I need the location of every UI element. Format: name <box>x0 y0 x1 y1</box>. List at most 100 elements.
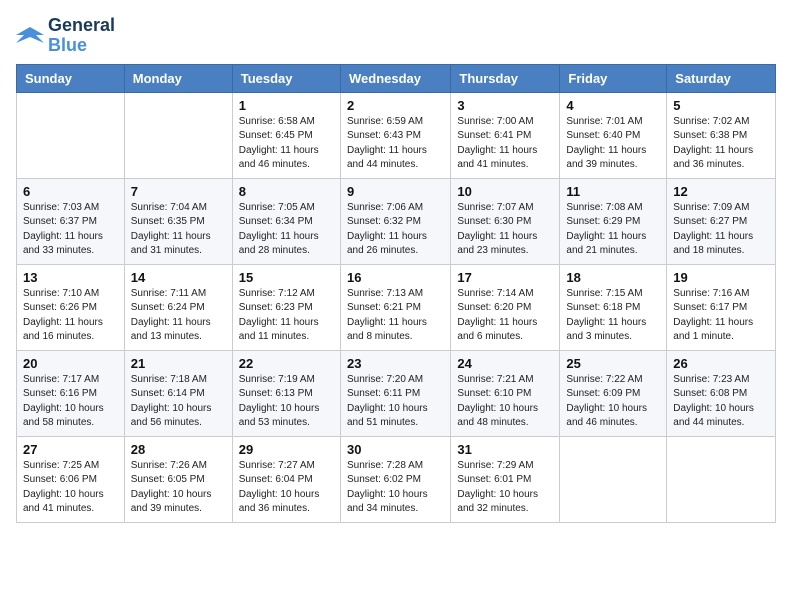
day-info: Sunrise: 7:26 AM Sunset: 6:05 PM Dayligh… <box>131 459 226 517</box>
day-number: 23 <box>347 356 444 371</box>
day-info: Sunrise: 6:59 AM Sunset: 6:43 PM Dayligh… <box>347 115 444 173</box>
day-info: Sunrise: 7:29 AM Sunset: 6:01 PM Dayligh… <box>457 459 553 517</box>
day-number: 20 <box>23 356 118 371</box>
day-number: 31 <box>457 442 553 457</box>
day-info: Sunrise: 7:08 AM Sunset: 6:29 PM Dayligh… <box>566 201 660 259</box>
calendar-cell: 8 Sunrise: 7:05 AM Sunset: 6:34 PM Daylig… <box>232 178 340 264</box>
day-info: Sunrise: 7:02 AM Sunset: 6:38 PM Dayligh… <box>673 115 769 173</box>
calendar-week-4: 20 Sunrise: 7:17 AM Sunset: 6:16 PM Dayli… <box>17 350 776 436</box>
weekday-header-monday: Monday <box>124 64 232 92</box>
calendar-cell: 9 Sunrise: 7:06 AM Sunset: 6:32 PM Daylig… <box>340 178 450 264</box>
calendar-cell <box>17 92 125 178</box>
day-number: 24 <box>457 356 553 371</box>
day-number: 5 <box>673 98 769 113</box>
weekday-header-tuesday: Tuesday <box>232 64 340 92</box>
day-info: Sunrise: 7:13 AM Sunset: 6:21 PM Dayligh… <box>347 287 444 345</box>
day-number: 9 <box>347 184 444 199</box>
calendar-cell: 1 Sunrise: 6:58 AM Sunset: 6:45 PM Daylig… <box>232 92 340 178</box>
day-number: 26 <box>673 356 769 371</box>
weekday-header-sunday: Sunday <box>17 64 125 92</box>
day-info: Sunrise: 7:27 AM Sunset: 6:04 PM Dayligh… <box>239 459 334 517</box>
calendar-cell: 3 Sunrise: 7:00 AM Sunset: 6:41 PM Daylig… <box>451 92 560 178</box>
day-info: Sunrise: 7:15 AM Sunset: 6:18 PM Dayligh… <box>566 287 660 345</box>
day-info: Sunrise: 7:04 AM Sunset: 6:35 PM Dayligh… <box>131 201 226 259</box>
calendar-cell: 6 Sunrise: 7:03 AM Sunset: 6:37 PM Daylig… <box>17 178 125 264</box>
day-info: Sunrise: 7:00 AM Sunset: 6:41 PM Dayligh… <box>457 115 553 173</box>
day-number: 1 <box>239 98 334 113</box>
day-number: 8 <box>239 184 334 199</box>
weekday-header-saturday: Saturday <box>667 64 776 92</box>
day-info: Sunrise: 7:20 AM Sunset: 6:11 PM Dayligh… <box>347 373 444 431</box>
logo-text: General Blue <box>48 16 115 56</box>
calendar-cell: 5 Sunrise: 7:02 AM Sunset: 6:38 PM Daylig… <box>667 92 776 178</box>
calendar-cell <box>667 436 776 522</box>
day-info: Sunrise: 7:03 AM Sunset: 6:37 PM Dayligh… <box>23 201 118 259</box>
day-number: 28 <box>131 442 226 457</box>
day-info: Sunrise: 7:14 AM Sunset: 6:20 PM Dayligh… <box>457 287 553 345</box>
day-info: Sunrise: 7:17 AM Sunset: 6:16 PM Dayligh… <box>23 373 118 431</box>
day-number: 25 <box>566 356 660 371</box>
day-info: Sunrise: 7:10 AM Sunset: 6:26 PM Dayligh… <box>23 287 118 345</box>
day-info: Sunrise: 7:12 AM Sunset: 6:23 PM Dayligh… <box>239 287 334 345</box>
calendar-week-5: 27Sunrise: 7:25 AM Sunset: 6:06 PM Dayli… <box>17 436 776 522</box>
calendar-cell: 23 Sunrise: 7:20 AM Sunset: 6:11 PM Dayli… <box>340 350 450 436</box>
day-number: 7 <box>131 184 226 199</box>
day-info: Sunrise: 7:07 AM Sunset: 6:30 PM Dayligh… <box>457 201 553 259</box>
day-number: 19 <box>673 270 769 285</box>
day-number: 12 <box>673 184 769 199</box>
calendar-table: SundayMondayTuesdayWednesdayThursdayFrid… <box>16 64 776 523</box>
weekday-header-row: SundayMondayTuesdayWednesdayThursdayFrid… <box>17 64 776 92</box>
day-number: 11 <box>566 184 660 199</box>
calendar-cell: 19 Sunrise: 7:16 AM Sunset: 6:17 PM Dayli… <box>667 264 776 350</box>
day-info: Sunrise: 7:18 AM Sunset: 6:14 PM Dayligh… <box>131 373 226 431</box>
day-number: 4 <box>566 98 660 113</box>
day-number: 15 <box>239 270 334 285</box>
day-info: Sunrise: 6:58 AM Sunset: 6:45 PM Dayligh… <box>239 115 334 173</box>
day-info: Sunrise: 7:06 AM Sunset: 6:32 PM Dayligh… <box>347 201 444 259</box>
calendar-cell: 16 Sunrise: 7:13 AM Sunset: 6:21 PM Dayli… <box>340 264 450 350</box>
day-info: Sunrise: 7:21 AM Sunset: 6:10 PM Dayligh… <box>457 373 553 431</box>
calendar-cell: 26Sunrise: 7:23 AM Sunset: 6:08 PM Dayli… <box>667 350 776 436</box>
calendar-cell: 17 Sunrise: 7:14 AM Sunset: 6:20 PM Dayli… <box>451 264 560 350</box>
calendar-body: 1 Sunrise: 6:58 AM Sunset: 6:45 PM Daylig… <box>17 92 776 522</box>
calendar-week-2: 6 Sunrise: 7:03 AM Sunset: 6:37 PM Daylig… <box>17 178 776 264</box>
calendar-cell <box>560 436 667 522</box>
calendar-cell: 14Sunrise: 7:11 AM Sunset: 6:24 PM Dayli… <box>124 264 232 350</box>
day-info: Sunrise: 7:28 AM Sunset: 6:02 PM Dayligh… <box>347 459 444 517</box>
calendar-cell: 25 Sunrise: 7:22 AM Sunset: 6:09 PM Dayli… <box>560 350 667 436</box>
weekday-header-friday: Friday <box>560 64 667 92</box>
calendar-cell: 7 Sunrise: 7:04 AM Sunset: 6:35 PM Daylig… <box>124 178 232 264</box>
day-info: Sunrise: 7:22 AM Sunset: 6:09 PM Dayligh… <box>566 373 660 431</box>
day-number: 27 <box>23 442 118 457</box>
day-number: 17 <box>457 270 553 285</box>
calendar-cell: 28 Sunrise: 7:26 AM Sunset: 6:05 PM Dayli… <box>124 436 232 522</box>
calendar-cell: 12 Sunrise: 7:09 AM Sunset: 6:27 PM Dayli… <box>667 178 776 264</box>
calendar-cell: 11 Sunrise: 7:08 AM Sunset: 6:29 PM Dayli… <box>560 178 667 264</box>
day-info: Sunrise: 7:09 AM Sunset: 6:27 PM Dayligh… <box>673 201 769 259</box>
day-info: Sunrise: 7:05 AM Sunset: 6:34 PM Dayligh… <box>239 201 334 259</box>
calendar-week-3: 13Sunrise: 7:10 AM Sunset: 6:26 PM Dayli… <box>17 264 776 350</box>
calendar-cell: 10Sunrise: 7:07 AM Sunset: 6:30 PM Dayli… <box>451 178 560 264</box>
day-number: 3 <box>457 98 553 113</box>
page-header: General Blue <box>16 16 776 56</box>
calendar-cell: 22 Sunrise: 7:19 AM Sunset: 6:13 PM Dayli… <box>232 350 340 436</box>
day-number: 30 <box>347 442 444 457</box>
calendar-cell: 31 Sunrise: 7:29 AM Sunset: 6:01 PM Dayli… <box>451 436 560 522</box>
weekday-header-thursday: Thursday <box>451 64 560 92</box>
day-number: 18 <box>566 270 660 285</box>
day-number: 22 <box>239 356 334 371</box>
day-number: 16 <box>347 270 444 285</box>
calendar-header: SundayMondayTuesdayWednesdayThursdayFrid… <box>17 64 776 92</box>
day-info: Sunrise: 7:16 AM Sunset: 6:17 PM Dayligh… <box>673 287 769 345</box>
calendar-cell: 21Sunrise: 7:18 AM Sunset: 6:14 PM Dayli… <box>124 350 232 436</box>
day-number: 6 <box>23 184 118 199</box>
calendar-cell: 24 Sunrise: 7:21 AM Sunset: 6:10 PM Dayli… <box>451 350 560 436</box>
day-number: 29 <box>239 442 334 457</box>
day-info: Sunrise: 7:19 AM Sunset: 6:13 PM Dayligh… <box>239 373 334 431</box>
calendar-cell: 30 Sunrise: 7:28 AM Sunset: 6:02 PM Dayli… <box>340 436 450 522</box>
weekday-header-wednesday: Wednesday <box>340 64 450 92</box>
calendar-cell: 15 Sunrise: 7:12 AM Sunset: 6:23 PM Dayli… <box>232 264 340 350</box>
logo: General Blue <box>16 16 115 56</box>
day-info: Sunrise: 7:11 AM Sunset: 6:24 PM Dayligh… <box>131 287 226 345</box>
logo-icon <box>16 25 44 47</box>
